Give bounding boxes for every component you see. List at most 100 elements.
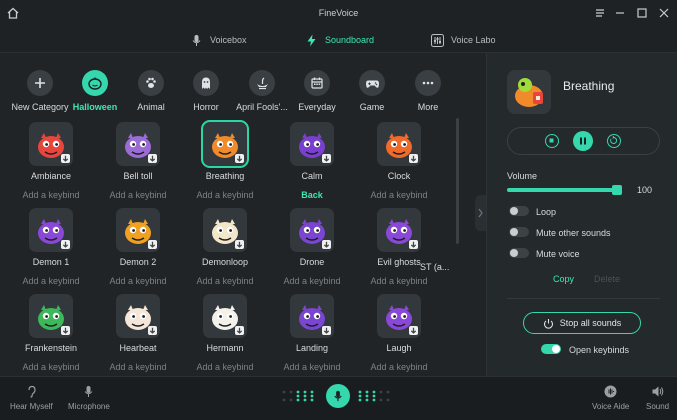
- tab-voicebox-label: Voicebox: [210, 35, 247, 45]
- keybind-link[interactable]: Add a keybind: [182, 276, 268, 286]
- replay-icon[interactable]: [607, 134, 621, 148]
- sound-thumbnail[interactable]: [203, 208, 247, 252]
- mute-voice-label: Mute voice: [536, 249, 580, 259]
- keybind-link[interactable]: Add a keybind: [182, 362, 268, 372]
- sound-tile[interactable]: Breathing Add a keybind: [182, 120, 268, 200]
- ghost-icon: [202, 77, 210, 89]
- collapse-panel-handle[interactable]: [475, 195, 486, 231]
- voice-aide-button[interactable]: Voice Aide: [592, 385, 629, 411]
- sound-tile[interactable]: Drone Add a keybind: [269, 208, 355, 286]
- sound-tile[interactable]: Hearbeat Add a keybind: [95, 294, 181, 372]
- keybind-link[interactable]: Add a keybind: [182, 190, 268, 200]
- open-keybinds-toggle[interactable]: [541, 344, 561, 354]
- delete-button[interactable]: Delete: [594, 274, 620, 284]
- keybind-link[interactable]: Add a keybind: [356, 362, 442, 372]
- level-meter-left: [282, 390, 314, 402]
- sound-thumbnail[interactable]: [29, 208, 73, 252]
- sound-thumbnail[interactable]: [116, 122, 160, 166]
- keybind-link[interactable]: Add a keybind: [269, 362, 355, 372]
- category-halloween[interactable]: Halloween: [63, 70, 127, 112]
- sound-thumbnail[interactable]: [201, 120, 249, 168]
- sound-grid-scrollbar[interactable]: [456, 118, 459, 244]
- download-icon: [235, 240, 244, 249]
- maximize-icon[interactable]: [634, 5, 650, 21]
- keybind-link[interactable]: Add a keybind: [95, 362, 181, 372]
- copy-button[interactable]: Copy: [553, 274, 574, 284]
- sound-thumbnail[interactable]: [116, 294, 160, 338]
- keybind-link[interactable]: Back: [269, 190, 355, 200]
- mute-voice-toggle[interactable]: [509, 248, 529, 258]
- sound-tile[interactable]: Landing Add a keybind: [269, 294, 355, 372]
- microphone-button[interactable]: Microphone: [68, 385, 110, 411]
- sound-thumbnail[interactable]: [290, 208, 334, 252]
- sound-tile[interactable]: Clock Add a keybind: [356, 122, 442, 200]
- sound-tile[interactable]: Calm Back: [269, 122, 355, 200]
- sound-tile[interactable]: Hermann Add a keybind: [182, 294, 268, 372]
- title-bar: FineVoice: [0, 0, 677, 26]
- sound-name: Demon 2: [119, 257, 157, 267]
- tab-soundboard[interactable]: Soundboard: [305, 32, 374, 48]
- sound-tile[interactable]: Laugh Add a keybind: [356, 294, 442, 372]
- keybind-link[interactable]: Add a keybind: [8, 276, 94, 286]
- stop-icon[interactable]: [545, 134, 559, 148]
- keybind-link[interactable]: Add a keybind: [8, 190, 94, 200]
- sound-thumbnail[interactable]: [116, 208, 160, 252]
- sound-tile[interactable]: Ambiance Add a keybind: [8, 122, 94, 200]
- stop-all-sounds-button[interactable]: Stop all sounds: [523, 312, 641, 334]
- sound-thumbnail[interactable]: [377, 208, 421, 252]
- hear-myself-button[interactable]: Hear Myself: [10, 385, 53, 411]
- keybind-link[interactable]: Add a keybind: [356, 276, 442, 286]
- tab-voice-labo-label: Voice Labo: [451, 35, 496, 45]
- mute-other-sounds-toggle[interactable]: [509, 227, 529, 237]
- minimize-icon[interactable]: [612, 5, 628, 21]
- microphone-toggle-button[interactable]: [326, 384, 350, 408]
- category-game[interactable]: Game: [340, 70, 404, 112]
- open-keybinds-label: Open keybinds: [569, 345, 630, 355]
- category-label: Game: [359, 102, 385, 112]
- sound-button[interactable]: Sound: [646, 385, 669, 411]
- keybind-link[interactable]: Add a keybind: [95, 276, 181, 286]
- sound-tile[interactable]: Demonloop Add a keybind: [182, 208, 268, 286]
- close-icon[interactable]: [656, 5, 672, 21]
- sound-thumbnail[interactable]: [377, 122, 421, 166]
- volume-fill: [507, 188, 622, 192]
- speaker-icon: [652, 386, 664, 397]
- sound-thumbnail[interactable]: [203, 294, 247, 338]
- sound-thumbnail[interactable]: [377, 294, 421, 338]
- sound-thumbnail[interactable]: [29, 294, 73, 338]
- tab-voicebox[interactable]: Voicebox: [190, 32, 247, 48]
- sound-tile[interactable]: Evil ghosts Add a keybind: [356, 208, 442, 286]
- category-horror[interactable]: Horror: [174, 70, 238, 112]
- sound-thumbnail[interactable]: [290, 122, 334, 166]
- sound-tile[interactable]: Frankenstein Add a keybind: [8, 294, 94, 372]
- download-icon: [148, 154, 157, 163]
- sound-tile[interactable]: Demon 2 Add a keybind: [95, 208, 181, 286]
- chevron-right-icon: [478, 208, 483, 218]
- sound-tile[interactable]: Demon 1 Add a keybind: [8, 208, 94, 286]
- tab-soundboard-label: Soundboard: [325, 35, 375, 45]
- sound-tile[interactable]: Bell toll Add a keybind: [95, 122, 181, 200]
- keybind-link[interactable]: Add a keybind: [356, 190, 442, 200]
- loop-label: Loop: [536, 207, 557, 217]
- keybind-link[interactable]: Add a keybind: [95, 190, 181, 200]
- download-icon: [409, 154, 418, 163]
- volume-slider[interactable]: [507, 185, 622, 195]
- category-more[interactable]: More: [396, 70, 460, 112]
- volume-knob[interactable]: [612, 185, 622, 195]
- sound-name: Hermann: [206, 343, 244, 353]
- sound-thumbnail[interactable]: [290, 294, 334, 338]
- menu-icon[interactable]: [592, 5, 608, 21]
- sound-name: Drone: [299, 257, 325, 267]
- keybind-link[interactable]: Add a keybind: [269, 276, 355, 286]
- download-icon: [235, 326, 244, 335]
- volume-label: Volume: [507, 171, 538, 181]
- tab-voice-labo[interactable]: Voice Labo: [431, 32, 496, 48]
- pause-button[interactable]: [573, 131, 593, 151]
- sound-thumbnail[interactable]: [29, 122, 73, 166]
- microphone-icon: [334, 390, 342, 402]
- download-icon: [61, 154, 70, 163]
- loop-toggle[interactable]: [509, 206, 529, 216]
- download-icon: [148, 240, 157, 249]
- keybind-link[interactable]: Add a keybind: [8, 362, 94, 372]
- level-meter-right: [358, 390, 390, 402]
